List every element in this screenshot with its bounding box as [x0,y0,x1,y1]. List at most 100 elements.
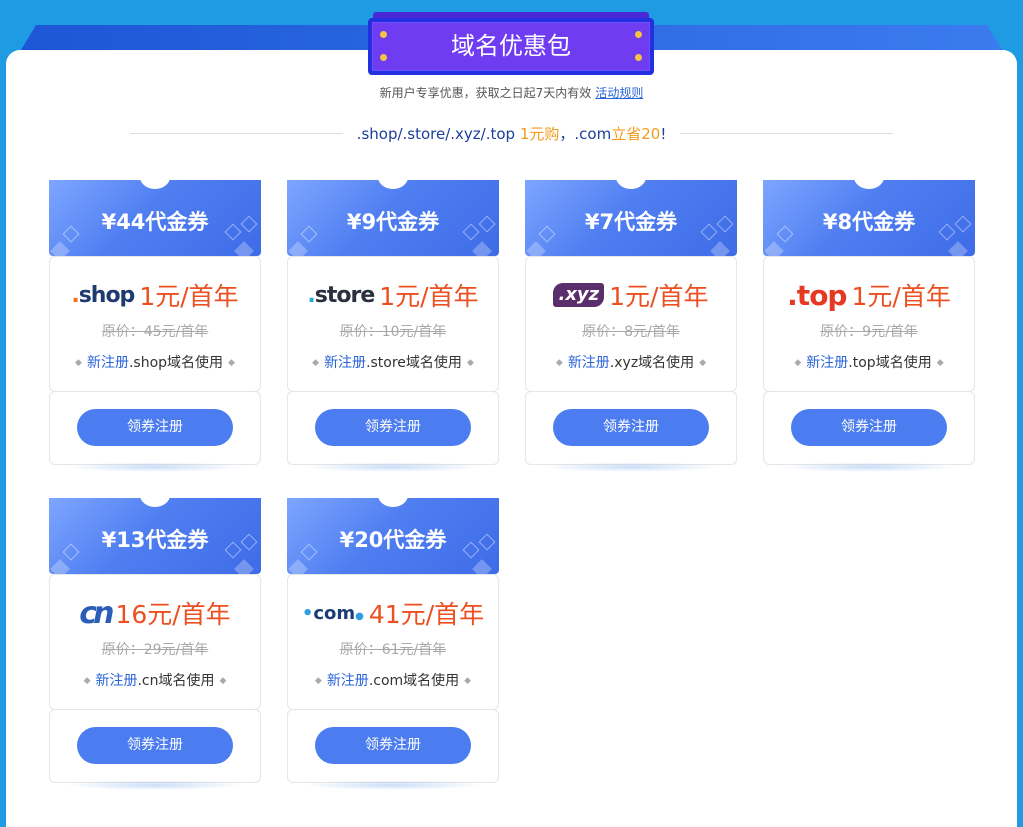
ticket-notch [140,498,170,507]
store-logo-icon: .store [307,282,375,308]
usage-note: ◆ 新注册.store域名使用 ◆ [312,355,474,371]
decor-diamond [948,241,968,256]
divider [680,132,893,134]
original-price: 原价：29元/首年 [101,642,209,658]
original-price: 原价：10元/首年 [339,324,447,340]
decor-diamond [472,559,492,574]
voucher-amount: ¥8代金券 [822,210,916,234]
usage-note: ◆ 新注册.com域名使用 ◆ [314,673,472,689]
price-box: .xyz 1元/首年 原价：8元/首年 ◆ 新注册.xyz域名使用 ◆ [525,256,737,392]
voucher-header: ¥8代金券 [763,180,975,256]
com-logo-icon: •com● [301,602,364,624]
decor-diamond [472,241,492,256]
original-price: 原价：8元/首年 [582,324,680,340]
coupon-card-shop: ¥44代金券 .shop 1元/首年 原价：45元/首年 ◆ 新注册.shop域名… [49,180,261,472]
price-box: cn 16元/首年 原价：29元/首年 ◆ 新注册.cn域名使用 ◆ [49,574,261,710]
ticket-notch [378,498,408,507]
coupon-card-xyz: ¥7代金券 .xyz 1元/首年 原价：8元/首年 ◆ 新注册.xyz域名使用 ◆ … [525,180,737,472]
voucher-amount: ¥7代金券 [584,210,678,234]
cn-logo-icon: cn [79,595,114,631]
coupon-card-com: ¥20代金券 •com● 41元/首年 原价：61元/首年 ◆ 新注册.com域名… [287,498,499,790]
price-box: •com● 41元/首年 原价：61元/首年 ◆ 新注册.com域名使用 ◆ [287,574,499,710]
original-price: 原价：45元/首年 [101,324,209,340]
headline-offer: 1元购 [519,124,560,143]
decor-diamond [234,241,254,256]
action-box: 领券注册 [763,391,975,465]
badge-dot [635,54,642,61]
voucher-amount: ¥44代金券 [101,210,209,234]
ticket-notch [140,180,170,189]
page-title-badge: 域名优惠包 [368,18,654,75]
voucher-amount: ¥20代金券 [339,528,447,552]
subtitle-text: 新用户专享优惠，获取之日起7天内有效 [379,86,592,100]
card-shadow [779,462,959,472]
promo-price: 1元/首年 [609,282,709,311]
top-logo-icon: .top [787,278,847,312]
page-title: 域名优惠包 [451,32,571,60]
action-box: 领券注册 [49,709,261,783]
voucher-header: ¥9代金券 [287,180,499,256]
promo-price: 1元/首年 [379,282,479,311]
ticket-notch [854,180,884,189]
claim-register-button[interactable]: 领券注册 [553,409,709,446]
action-box: 领券注册 [49,391,261,465]
claim-register-button[interactable]: 领券注册 [315,727,471,764]
usage-note: ◆ 新注册.cn域名使用 ◆ [83,673,227,689]
original-price: 原价：9元/首年 [820,324,918,340]
card-shadow [541,462,721,472]
voucher-amount: ¥13代金券 [101,528,209,552]
original-price: 原价：61元/首年 [339,642,447,658]
headline-exclaim: ! [660,124,667,143]
headline-tlds: .shop/.store/.xyz/.top [356,124,516,143]
promo-price: 1元/首年 [139,282,239,311]
subtitle: 新用户专享优惠，获取之日起7天内有效 活动规则 [0,84,1023,101]
decor-diamond [50,241,70,256]
xyz-logo-icon: .xyz [553,283,605,307]
voucher-amount: ¥9代金券 [346,210,440,234]
price-box: .store 1元/首年 原价：10元/首年 ◆ 新注册.store域名使用 ◆ [287,256,499,392]
price-box: .top 1元/首年 原价：9元/首年 ◆ 新注册.top域名使用 ◆ [763,256,975,392]
shop-logo-icon: .shop [71,282,135,308]
action-box: 领券注册 [287,391,499,465]
headline-com: ，.com [559,124,612,143]
promo-price: 1元/首年 [851,282,951,311]
decor-diamond [288,559,308,574]
card-shadow [303,462,483,472]
badge-dot [635,31,642,38]
rules-link[interactable]: 活动规则 [595,86,643,100]
promo-price: 41元/首年 [368,600,485,629]
voucher-header: ¥13代金券 [49,498,261,574]
usage-note: ◆ 新注册.top域名使用 ◆ [794,355,944,371]
claim-register-button[interactable]: 领券注册 [791,409,947,446]
coupon-card-store: ¥9代金券 .store 1元/首年 原价：10元/首年 ◆ 新注册.store域… [287,180,499,472]
decor-diamond [710,241,730,256]
decor-diamond [764,241,784,256]
claim-register-button[interactable]: 领券注册 [77,727,233,764]
coupon-card-top: ¥8代金券 .top 1元/首年 原价：9元/首年 ◆ 新注册.top域名使用 ◆ … [763,180,975,472]
decor-diamond [234,559,254,574]
voucher-header: ¥20代金券 [287,498,499,574]
action-box: 领券注册 [525,391,737,465]
card-shadow [65,462,245,472]
divider [130,132,343,134]
badge-dot [380,31,387,38]
voucher-header: ¥44代金券 [49,180,261,256]
headline: .shop/.store/.xyz/.top 1元购，.com立省20! [130,122,893,144]
decor-diamond [50,559,70,574]
claim-register-button[interactable]: 领券注册 [77,409,233,446]
decor-diamond [526,241,546,256]
voucher-header: ¥7代金券 [525,180,737,256]
ticket-notch [616,180,646,189]
card-shadow [303,780,483,790]
headline-text: .shop/.store/.xyz/.top 1元购，.com立省20! [343,123,681,144]
action-box: 领券注册 [287,709,499,783]
promo-price: 16元/首年 [115,600,231,629]
price-box: .shop 1元/首年 原价：45元/首年 ◆ 新注册.shop域名使用 ◆ [49,256,261,392]
headline-saving: 立省20 [611,124,661,143]
decor-diamond [288,241,308,256]
usage-note: ◆ 新注册.shop域名使用 ◆ [75,355,235,371]
ticket-notch [378,180,408,189]
usage-note: ◆ 新注册.xyz域名使用 ◆ [555,355,707,371]
badge-dot [380,54,387,61]
claim-register-button[interactable]: 领券注册 [315,409,471,446]
